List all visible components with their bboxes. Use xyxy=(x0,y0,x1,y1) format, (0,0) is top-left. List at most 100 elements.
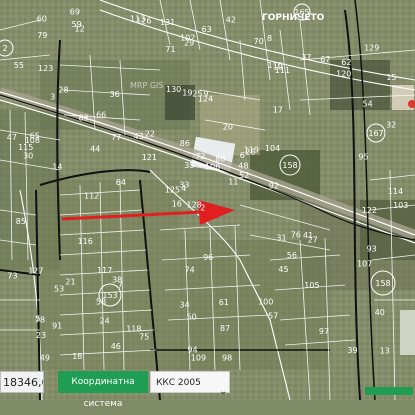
parcel-number: 103 xyxy=(393,201,408,210)
parcel-number: 18 xyxy=(72,352,82,361)
parcel-number: 13 xyxy=(380,347,390,356)
parcel-number: 112 xyxy=(84,192,99,201)
parcel-number: 17 xyxy=(273,105,283,114)
parcel-number: 114 xyxy=(388,187,403,196)
parcel-number: 61 xyxy=(219,298,229,307)
parcel-number: 43 xyxy=(134,132,144,141)
parcel-number: 86 xyxy=(180,139,190,148)
block-number: 2 xyxy=(2,44,7,53)
parcel-number: 28 xyxy=(58,85,68,94)
parcel-number: 115 xyxy=(18,143,33,152)
parcel-number: 92 xyxy=(269,182,279,191)
parcel-number: 126 xyxy=(136,17,151,26)
parcel-number: 124 xyxy=(198,95,213,104)
parcel-number: 62 xyxy=(341,58,351,67)
parcel-number: 47 xyxy=(7,133,17,142)
parcel-number: 34 xyxy=(180,301,190,310)
parcel-number: 42 xyxy=(226,15,236,24)
parcel-number: 125 xyxy=(165,186,180,195)
parcel-number: 71 xyxy=(165,45,175,54)
chevron-down-icon[interactable]: ⌄ xyxy=(219,387,227,397)
parcel-number: 102 xyxy=(180,33,195,42)
parcel-number: 129 xyxy=(364,44,379,53)
parcel-number: 130 xyxy=(166,85,181,94)
parcel-number: 54 xyxy=(363,100,373,109)
parcel-number: 59 xyxy=(72,20,82,29)
parcel-number: 41 xyxy=(303,231,313,240)
parcel-number: 91 xyxy=(52,322,62,331)
parcel-number: 98 xyxy=(222,354,232,363)
parcel-number: 55 xyxy=(14,61,24,70)
parcel-number: 32 xyxy=(386,121,396,130)
parcel-number: 56 xyxy=(287,251,297,260)
parcel-number: 23 xyxy=(36,331,46,340)
parcel-number: 97 xyxy=(319,327,329,336)
parcel-number: 49 xyxy=(40,354,50,363)
parcel-number: 67 xyxy=(320,55,330,64)
parcel-number: 15 xyxy=(386,73,396,82)
parcel-number: 96 xyxy=(203,253,213,262)
parcel-number: 21 xyxy=(65,278,75,287)
block-number: 158 xyxy=(375,279,390,288)
parcel-number: 111 xyxy=(275,66,290,75)
parcel-number: 76 xyxy=(291,231,301,240)
parcel-number: 24 xyxy=(100,316,110,325)
parcel-number: 16 xyxy=(172,200,182,209)
cadastral-map[interactable]: 2345678910111213141516171819202122232425… xyxy=(0,0,415,400)
parcel-number: 31 xyxy=(276,233,286,242)
coordinate-readout: 18346,604 xyxy=(0,371,44,393)
parcel-number: 37 xyxy=(301,53,311,62)
parcel-number: 57 xyxy=(268,311,278,320)
parcel-number: 50 xyxy=(187,312,197,321)
parcel-number: 79 xyxy=(37,31,47,40)
parcel-number: 118 xyxy=(126,325,141,334)
parcel-number: 123 xyxy=(38,64,53,73)
parcel-number: 63 xyxy=(202,25,212,34)
parcel-number: 119 xyxy=(244,145,259,154)
scale-bar xyxy=(365,387,413,395)
parcel-number: 38 xyxy=(112,275,122,284)
map-watermark: MRP GIS xyxy=(130,81,163,90)
parcel-number: 66 xyxy=(96,111,106,120)
parcel-number: 120 xyxy=(336,69,351,78)
block-number: 153 xyxy=(102,291,117,300)
parcel-number: 95 xyxy=(358,153,368,162)
coordinate-system-select[interactable]: ККС 2005 xyxy=(150,371,230,393)
parcel-number: 116 xyxy=(78,237,93,246)
parcel-number: 69 xyxy=(70,7,80,16)
parcel-number: 131 xyxy=(160,18,175,27)
parcel-number: 22 xyxy=(145,130,155,139)
parcel-number: 46 xyxy=(111,342,121,351)
parcel-number: 128 xyxy=(187,201,202,210)
block-number: 167 xyxy=(368,129,383,138)
block-number: 158 xyxy=(282,161,297,170)
parcel-number: 106 xyxy=(205,162,220,171)
parcel-number: 40 xyxy=(375,308,385,317)
place-label: ГОРНИЧЕТО xyxy=(262,13,325,23)
parcel-number: 74 xyxy=(185,266,195,275)
parcel-number: 117 xyxy=(97,266,112,275)
parcel-number: 44 xyxy=(90,145,100,154)
parcel-number: 83 xyxy=(79,113,89,122)
parcel-number: 19 xyxy=(182,88,192,97)
parcel-number: 70 xyxy=(254,37,264,46)
parcel-number: 3 xyxy=(50,92,55,101)
parcel-number: 109 xyxy=(191,354,206,363)
parcel-number: 100 xyxy=(258,297,273,306)
parcel-number: 35 xyxy=(184,161,194,170)
parcel-number: 48 xyxy=(238,161,248,170)
parcel-number: 8 xyxy=(267,34,272,43)
parcel-number: 75 xyxy=(139,333,149,342)
parcel-number: 60 xyxy=(37,14,47,23)
parcel-number: 39 xyxy=(347,346,357,355)
parcel-number: 52 xyxy=(239,171,249,180)
parcel-number: 11 xyxy=(228,178,238,187)
parcel-number: 77 xyxy=(111,133,121,142)
parcel-number: 107 xyxy=(357,260,372,269)
parcel-number: 85 xyxy=(16,217,26,226)
parcel-number: 53 xyxy=(54,285,64,294)
parcel-number: 45 xyxy=(278,265,288,274)
coordinate-system-label: Координатна система xyxy=(58,371,148,409)
parcel-number: 93 xyxy=(367,244,377,253)
parcel-number: 121 xyxy=(142,153,157,162)
